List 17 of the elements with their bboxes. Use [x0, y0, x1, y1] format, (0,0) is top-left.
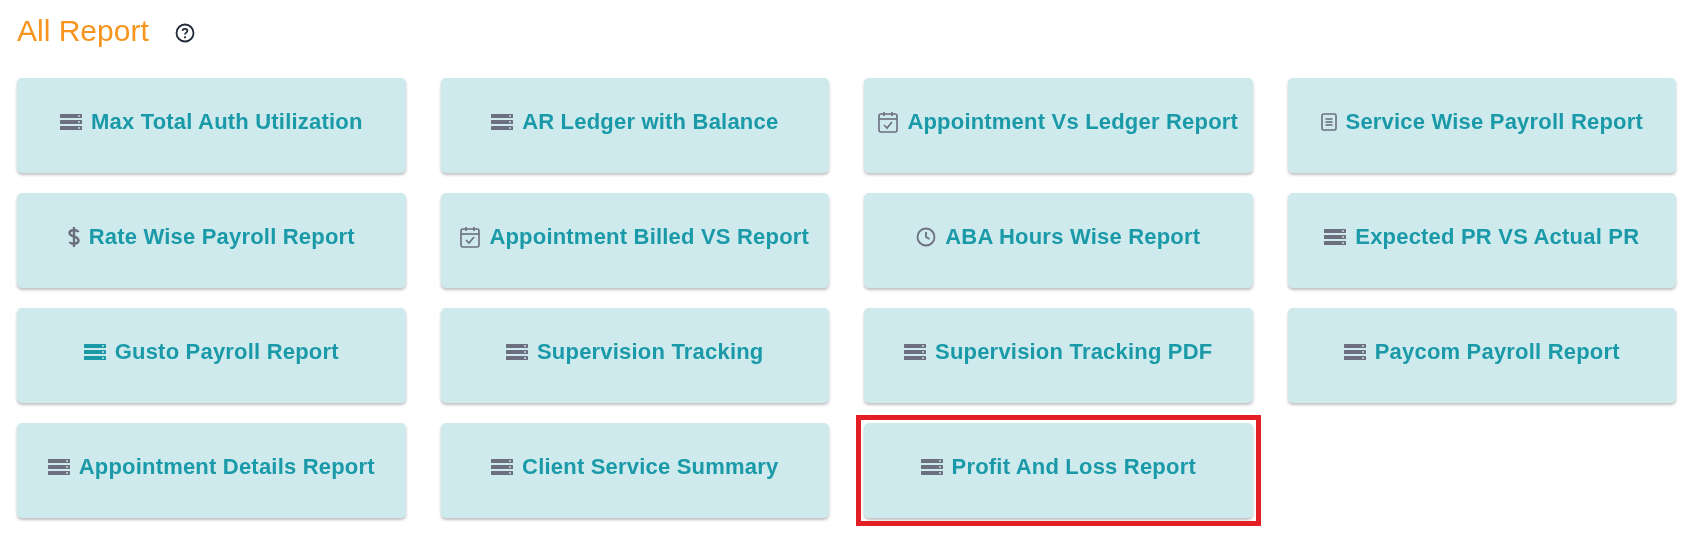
report-card[interactable]: Paycom Payroll Report [1287, 308, 1676, 403]
report-card[interactable]: Service Wise Payroll Report [1287, 78, 1676, 173]
page-title: All Report [17, 16, 149, 46]
report-card[interactable]: Rate Wise Payroll Report [17, 193, 406, 288]
report-card[interactable]: Max Total Auth Utilization [17, 78, 406, 173]
report-card[interactable]: Supervision Tracking PDF [864, 308, 1253, 403]
report-card[interactable]: ABA Hours Wise Report [864, 193, 1253, 288]
help-icon[interactable] [174, 23, 195, 43]
report-card[interactable]: Appointment Vs Ledger Report [864, 78, 1253, 173]
report-card[interactable]: Profit And Loss Report [864, 423, 1253, 518]
report-card[interactable]: Supervision Tracking [440, 308, 829, 403]
report-card[interactable]: Client Service Summary [440, 423, 829, 518]
report-card[interactable]: Expected PR VS Actual PR [1287, 193, 1676, 288]
report-card[interactable]: Gusto Payroll Report [17, 308, 406, 403]
report-card[interactable]: Appointment Billed VS Report [440, 193, 829, 288]
report-card[interactable]: AR Ledger with Balance [440, 78, 829, 173]
report-card[interactable]: Appointment Details Report [17, 423, 406, 518]
